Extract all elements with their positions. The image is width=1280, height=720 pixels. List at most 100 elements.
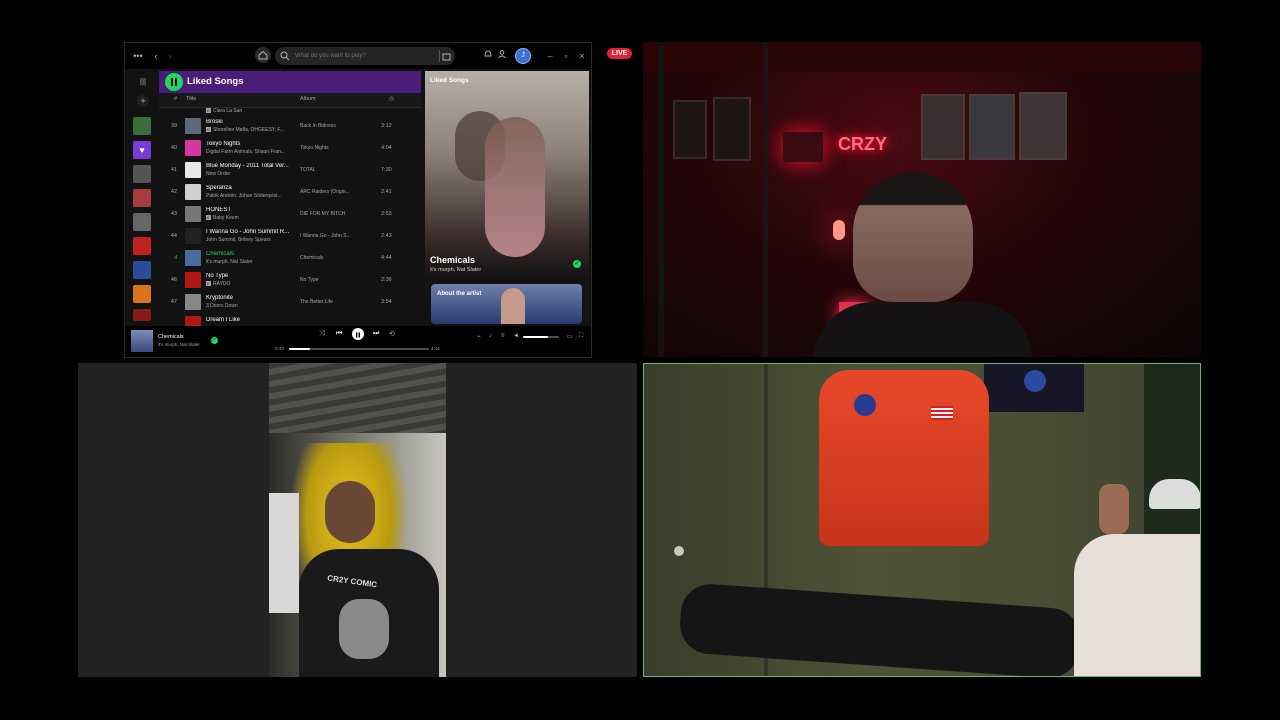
track-row[interactable]: 43 HONEST E Baby Keem DIE FOR MY BITCH 2:53 xyxy=(159,203,421,225)
track-title[interactable]: Broski xyxy=(206,119,296,125)
search-input[interactable] xyxy=(295,47,425,65)
track-duration: 2:53 xyxy=(381,211,392,217)
track-title[interactable]: Dream I Like xyxy=(206,317,296,323)
fullscreen-icon[interactable]: ⛶ xyxy=(579,333,583,340)
now-playing-view-icon[interactable]: ⌁ xyxy=(477,333,481,340)
video-tile-portrait[interactable]: CR2Y COMIC xyxy=(78,363,637,677)
maximize-icon[interactable]: ▫ xyxy=(559,49,573,63)
track-title[interactable]: I Wanna Go - John Summit R... xyxy=(206,229,296,235)
track-row[interactable]: 39 Broski E Shoreline Mafia, OHGEESY, F... B… xyxy=(159,115,421,137)
track-title[interactable]: Blue Monday - 2011 Total Ver... xyxy=(206,163,296,169)
track-title[interactable]: No Type xyxy=(206,273,296,279)
bell-icon[interactable] xyxy=(481,49,495,63)
track-row[interactable]: 46 No Type E RAYDO No Type 2:36 xyxy=(159,269,421,291)
track-album[interactable]: TOTAL xyxy=(300,167,360,173)
volume-slider[interactable] xyxy=(523,336,559,338)
col-num[interactable]: # xyxy=(174,96,177,102)
track-row[interactable]: ıl Chemicals it's murph, Nat Slater Chemica… xyxy=(159,247,421,269)
library-sidebar: ||| + ♥ xyxy=(129,71,157,326)
track-album[interactable]: Back In Bidness xyxy=(300,123,360,129)
artist-photo xyxy=(501,288,525,324)
library-thumb[interactable] xyxy=(133,189,151,207)
track-title[interactable]: HONEST xyxy=(206,207,296,213)
shuffle-icon[interactable]: ⤨ xyxy=(319,330,329,340)
player-album-art[interactable] xyxy=(131,330,153,352)
library-thumb[interactable] xyxy=(133,237,151,255)
video-tile-green-room[interactable] xyxy=(643,363,1201,677)
volume-icon[interactable]: ◄ xyxy=(513,333,519,339)
explicit-badge: E xyxy=(206,108,211,114)
avatar[interactable]: J xyxy=(515,48,531,64)
miniplayer-icon[interactable]: ▭ xyxy=(567,333,573,340)
track-duration: 2:43 xyxy=(381,233,392,239)
add-icon[interactable]: + xyxy=(137,95,149,107)
track-row[interactable]: 44 I Wanna Go - John Summit R... John Summ… xyxy=(159,225,421,247)
track-duration: 3:12 xyxy=(381,123,392,129)
next-icon[interactable]: ⏭ xyxy=(373,330,383,340)
track-artist[interactable]: it's murph, Nat Slater xyxy=(206,259,296,265)
minimize-icon[interactable]: – xyxy=(543,49,557,63)
player-track-artist[interactable]: it's murph, Nat Slater xyxy=(158,342,200,347)
wall-frame xyxy=(969,94,1015,160)
track-artist[interactable]: Digital Farm Animals, Shaun Fran... xyxy=(206,149,296,155)
library-thumb-liked[interactable]: ♥ xyxy=(133,141,151,159)
track-album[interactable]: DIE FOR MY BITCH xyxy=(300,211,360,217)
panel-track-artist[interactable]: it's murph, Nat Slater xyxy=(430,267,481,273)
library-thumb[interactable] xyxy=(133,213,151,231)
library-thumb[interactable] xyxy=(133,165,151,183)
repeat-icon[interactable]: ⟲ xyxy=(389,330,399,340)
previous-icon[interactable]: ⏮ xyxy=(336,330,346,340)
track-album[interactable]: No Type xyxy=(300,277,360,283)
clock-icon[interactable]: ◷ xyxy=(389,96,394,102)
track-artist[interactable]: John Summit, Britney Spears xyxy=(206,237,296,243)
library-thumb[interactable] xyxy=(133,261,151,279)
more-menu-icon[interactable]: ••• xyxy=(131,49,145,63)
track-album[interactable]: I Wanna Go - John S... xyxy=(300,233,360,239)
browse-icon[interactable] xyxy=(439,50,452,62)
home-button[interactable] xyxy=(255,47,271,63)
track-row[interactable]: 41 Blue Monday - 2011 Total Ver... New Ord… xyxy=(159,159,421,181)
saved-check-icon[interactable]: ✓ xyxy=(573,260,581,268)
track-album[interactable]: ARC Raiders (Origin... xyxy=(300,189,360,195)
track-title[interactable]: Chemicals xyxy=(206,251,296,257)
player-track-title[interactable]: Chemicals xyxy=(158,334,184,340)
track-album[interactable]: Chemicals xyxy=(300,255,360,261)
player-play-pause-button[interactable] xyxy=(352,328,364,340)
track-artist[interactable]: New Order xyxy=(206,171,296,177)
track-album[interactable]: The Better Life xyxy=(300,299,360,305)
track-row[interactable]: Dream I Like xyxy=(159,313,421,326)
track-title[interactable]: Kryptonite xyxy=(206,295,296,301)
track-title[interactable]: Speranza xyxy=(206,185,296,191)
track-row[interactable]: 47 Kryptonite 3 Doors Down The Better Life 3… xyxy=(159,291,421,313)
track-album[interactable]: Tokyo Nights xyxy=(300,145,360,151)
play-pause-button[interactable] xyxy=(165,73,183,91)
person-shirt: CR2Y COMIC xyxy=(299,549,439,677)
library-thumb[interactable] xyxy=(133,117,151,135)
library-thumb[interactable] xyxy=(133,285,151,303)
track-artist[interactable]: E Baby Keem xyxy=(206,215,296,221)
track-title[interactable]: Tokyo Nights xyxy=(206,141,296,147)
track-row[interactable]: 42 Speranza Patrik Andrén, Johan Söderqvis… xyxy=(159,181,421,203)
track-row[interactable]: 40 Tokyo Nights Digital Farm Animals, Shau… xyxy=(159,137,421,159)
panel-track-title[interactable]: Chemicals xyxy=(430,255,475,265)
saved-check-icon[interactable]: ✓ xyxy=(211,337,218,344)
queue-icon[interactable]: ≡ xyxy=(501,333,505,339)
lyrics-icon[interactable]: ♪ xyxy=(489,333,492,339)
back-arrow-icon[interactable]: ‹ xyxy=(149,49,163,63)
friends-activity-icon[interactable] xyxy=(495,49,509,63)
col-title[interactable]: Title xyxy=(186,96,196,102)
track-artist[interactable]: E RAYDO xyxy=(206,281,296,287)
forward-arrow-icon[interactable]: › xyxy=(163,49,177,63)
video-tile-red-room[interactable]: CRZY xyxy=(643,42,1201,357)
about-artist-card[interactable]: About the artist xyxy=(431,284,582,324)
progress-bar[interactable] xyxy=(289,348,429,350)
track-artist[interactable]: 3 Doors Down xyxy=(206,303,296,309)
track-artist[interactable]: E Shoreline Mafia, OHGEESY, F... xyxy=(206,127,296,133)
library-icon[interactable]: ||| xyxy=(137,77,149,89)
close-icon[interactable]: × xyxy=(575,49,589,63)
search-bar[interactable] xyxy=(275,47,455,65)
column-headers: # Title Album ◷ xyxy=(159,93,421,108)
library-thumb[interactable] xyxy=(133,309,151,321)
track-artist[interactable]: Patrik Andrén, Johan Söderqvist... xyxy=(206,193,296,199)
col-album[interactable]: Album xyxy=(300,96,316,102)
